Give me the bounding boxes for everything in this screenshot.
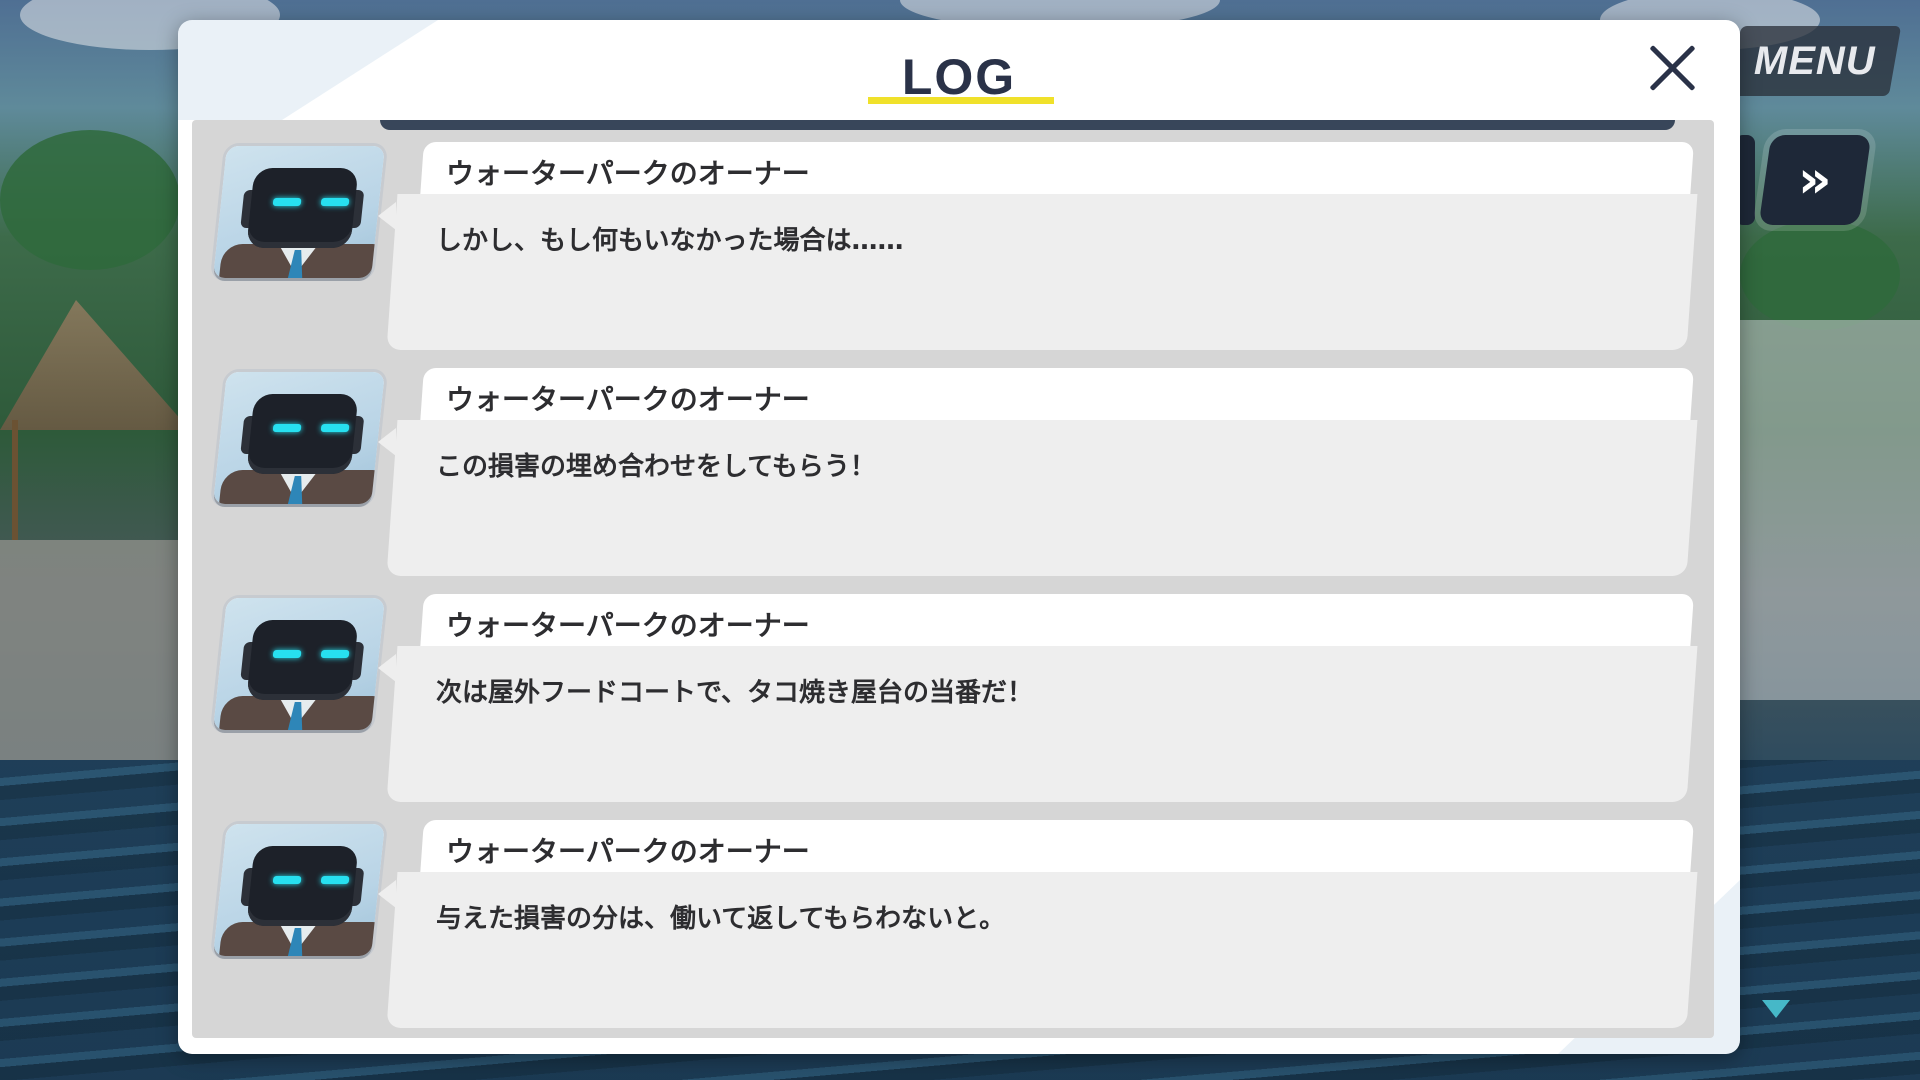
speaker-avatar [213, 372, 385, 504]
bubble-tail [378, 202, 396, 230]
message-bubble [386, 646, 1698, 802]
message-bubble [386, 872, 1698, 1028]
speaker-avatar [213, 824, 385, 956]
log-entry: ウォーターパークのオーナー 次は屋外フードコートで、タコ焼き屋台の当番だ！ [192, 592, 1714, 814]
fast-forward-icon: » [1798, 150, 1820, 210]
message-text: 与えた損害の分は、働いて返してもらわないと。 [436, 904, 1006, 934]
speaker-name: ウォーターパークのオーナー [446, 157, 810, 190]
speaker-avatar [213, 598, 385, 730]
beach-umbrella [0, 300, 190, 430]
speaker-avatar [213, 146, 385, 278]
message-text: 次は屋外フードコートで、タコ焼き屋台の当番だ！ [436, 678, 1033, 708]
bubble-tail [378, 654, 396, 682]
log-entry: ウォーターパークのオーナー 与えた損害の分は、働いて返してもらわないと。 [192, 818, 1714, 1038]
title-underline [868, 97, 1054, 104]
message-bubble [386, 194, 1698, 350]
speaker-name: ウォーターパークのオーナー [446, 609, 810, 642]
message-text: この損害の埋め合わせをしてもらう！ [436, 452, 876, 482]
message-bubble [386, 420, 1698, 576]
skip-button[interactable]: » [1758, 135, 1872, 225]
log-entry: ウォーターパークのオーナー しかし、もし何もいなかった場合は…… [192, 140, 1714, 362]
log-list[interactable]: ウォーターパークのオーナー しかし、もし何もいなかった場合は…… ウォーターパー… [192, 120, 1714, 1038]
bubble-tail [378, 428, 396, 456]
speaker-name: ウォーターパークのオーナー [446, 383, 810, 416]
log-header: LOG [178, 20, 1740, 120]
triangle-down-icon[interactable] [1762, 1000, 1790, 1018]
scroll-indicator [380, 120, 1675, 130]
close-icon[interactable] [1638, 34, 1708, 104]
log-entry: ウォーターパークのオーナー この損害の埋め合わせをしてもらう！ [192, 366, 1714, 588]
bubble-tail [378, 880, 396, 908]
log-panel: LOG ウォーターパークのオーナー しかし、もし何もいなかった場合は…… ウォー… [178, 20, 1740, 1054]
message-text: しかし、もし何もいなかった場合は…… [436, 226, 904, 256]
speaker-name: ウォーターパークのオーナー [446, 835, 810, 868]
menu-button[interactable]: MENU [1728, 26, 1902, 96]
menu-label: MENU [1754, 38, 1876, 83]
